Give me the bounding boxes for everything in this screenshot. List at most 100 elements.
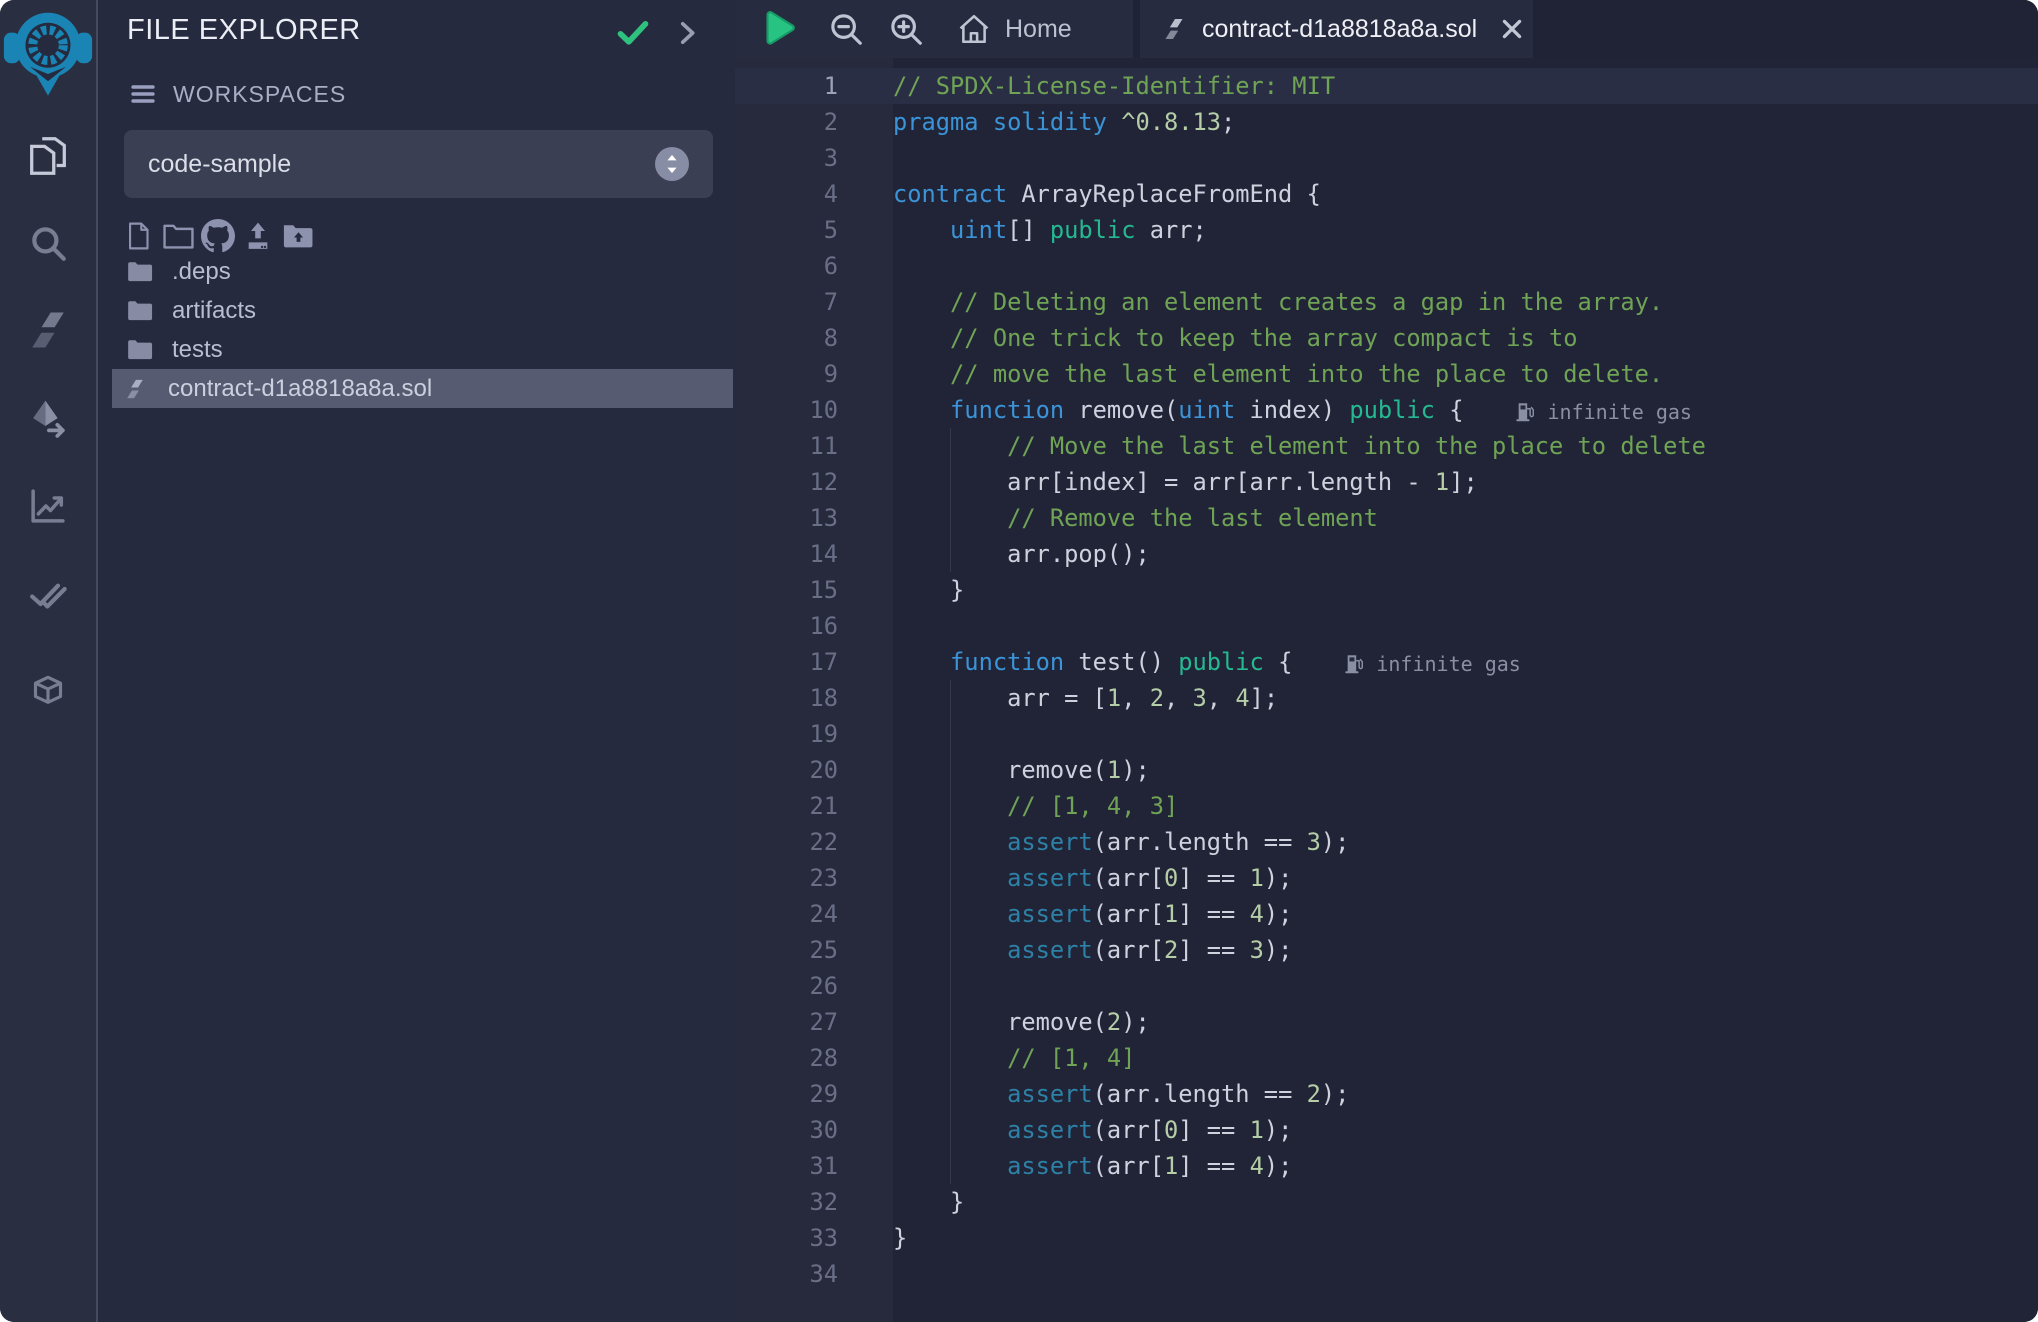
code-text: // move the last element into the place … <box>893 356 1663 392</box>
code-text: } <box>893 1220 907 1256</box>
file-item-selected[interactable]: contract-d1a8818a8a.sol <box>112 369 733 408</box>
upload-folder-icon <box>282 222 315 250</box>
tab-home[interactable]: Home <box>957 12 1072 46</box>
workspace-select[interactable]: code-sample <box>124 130 713 198</box>
code-text: assert(arr[0] == 1); <box>893 860 1292 896</box>
run-script-button[interactable] <box>751 2 805 56</box>
code-text: // [1, 4, 3] <box>893 788 1178 824</box>
line-number: 1 <box>735 68 838 104</box>
sidebar-item-analysis[interactable] <box>0 473 96 539</box>
line-number: 32 <box>735 1184 838 1220</box>
upload-folder-button[interactable] <box>278 218 318 254</box>
code-line-4[interactable]: 4contract ArrayReplaceFromEnd { <box>735 176 2038 212</box>
code-line-20[interactable]: 20 remove(1); <box>735 752 2038 788</box>
code-text: pragma solidity ^0.8.13; <box>893 104 1235 140</box>
code-line-21[interactable]: 21 // [1, 4, 3] <box>735 788 2038 824</box>
code-line-13[interactable]: 13 // Remove the last element <box>735 500 2038 536</box>
code-line-31[interactable]: 31 assert(arr[1] == 4); <box>735 1148 2038 1184</box>
indent-guide <box>950 1040 951 1076</box>
code-line-19[interactable]: 19 <box>735 716 2038 752</box>
tab-close-button[interactable] <box>1495 12 1529 46</box>
line-number: 29 <box>735 1076 838 1112</box>
github-icon <box>201 219 235 253</box>
code-text: assert(arr[1] == 4); <box>893 1148 1292 1184</box>
new-folder-button[interactable] <box>158 218 198 254</box>
workspace-select-stepper[interactable] <box>655 147 689 181</box>
code-line-26[interactable]: 26 <box>735 968 2038 1004</box>
folder-item-tests[interactable]: tests <box>98 330 735 369</box>
code-line-18[interactable]: 18 arr = [1, 2, 3, 4]; <box>735 680 2038 716</box>
sidebar-item-deploy-run[interactable] <box>0 386 96 452</box>
folder-item-deps[interactable]: .deps <box>98 252 735 291</box>
code-line-23[interactable]: 23 assert(arr[0] == 1); <box>735 860 2038 896</box>
line-number: 28 <box>735 1040 838 1076</box>
code-line-5[interactable]: 5 uint[] public arr; <box>735 212 2038 248</box>
code-line-8[interactable]: 8 // One trick to keep the array compact… <box>735 320 2038 356</box>
code-line-22[interactable]: 22 assert(arr.length == 3); <box>735 824 2038 860</box>
sidebar-item-solidity-compiler[interactable] <box>0 297 96 363</box>
code-line-33[interactable]: 33} <box>735 1220 2038 1256</box>
tab-contract-file[interactable]: contract-d1a8818a8a.sol <box>1140 0 1533 58</box>
code-text: assert(arr.length == 3); <box>893 824 1349 860</box>
sidebar-item-plugins[interactable] <box>0 656 96 722</box>
code-line-1[interactable]: 1// SPDX-License-Identifier: MIT <box>735 68 2038 104</box>
upload-file-button[interactable] <box>238 218 278 254</box>
code-line-16[interactable]: 16 <box>735 608 2038 644</box>
tab-title: contract-d1a8818a8a.sol <box>1202 15 1477 44</box>
new-file-button[interactable] <box>118 218 158 254</box>
zoom-out-button[interactable] <box>819 2 873 56</box>
code-text: // Move the last element into the place … <box>893 428 1706 464</box>
code-line-15[interactable]: 15 } <box>735 572 2038 608</box>
folder-label: .deps <box>172 258 231 286</box>
new-folder-icon <box>162 222 195 250</box>
code-line-12[interactable]: 12 arr[index] = arr[arr.length - 1]; <box>735 464 2038 500</box>
code-line-25[interactable]: 25 assert(arr[2] == 3); <box>735 932 2038 968</box>
indent-guide <box>950 968 951 1004</box>
code-line-24[interactable]: 24 assert(arr[1] == 4); <box>735 896 2038 932</box>
code-text: arr[index] = arr[arr.length - 1]; <box>893 464 1478 500</box>
code-line-3[interactable]: 3 <box>735 140 2038 176</box>
code-editor[interactable]: 1// SPDX-License-Identifier: MIT2pragma … <box>735 58 2038 1322</box>
collapse-panel-button[interactable] <box>665 12 709 56</box>
zoom-in-button[interactable] <box>879 2 933 56</box>
line-number: 24 <box>735 896 838 932</box>
code-line-10[interactable]: 10 function remove(uint index) public {i… <box>735 392 2038 428</box>
line-number: 30 <box>735 1112 838 1148</box>
code-line-17[interactable]: 17 function test() public {infinite gas <box>735 644 2038 680</box>
code-line-9[interactable]: 9 // move the last element into the plac… <box>735 356 2038 392</box>
workspaces-menu-button[interactable] <box>127 80 159 108</box>
code-text: contract ArrayReplaceFromEnd { <box>893 176 1321 212</box>
close-icon <box>1499 16 1525 42</box>
code-line-30[interactable]: 30 assert(arr[0] == 1); <box>735 1112 2038 1148</box>
code-line-34[interactable]: 34 <box>735 1256 2038 1292</box>
code-line-27[interactable]: 27 remove(2); <box>735 1004 2038 1040</box>
code-line-7[interactable]: 7 // Deleting an element creates a gap i… <box>735 284 2038 320</box>
code-line-29[interactable]: 29 assert(arr.length == 2); <box>735 1076 2038 1112</box>
code-line-14[interactable]: 14 arr.pop(); <box>735 536 2038 572</box>
gas-estimate-label: infinite gas <box>1376 646 1521 682</box>
code-line-28[interactable]: 28 // [1, 4] <box>735 1040 2038 1076</box>
sidebar-item-unit-testing[interactable] <box>0 561 96 627</box>
solidity-icon <box>1162 16 1186 42</box>
code-text: } <box>893 1184 964 1220</box>
code-line-6[interactable]: 6 <box>735 248 2038 284</box>
folder-item-artifacts[interactable]: artifacts <box>98 291 735 330</box>
remix-logo[interactable] <box>3 4 93 108</box>
code-text: assert(arr.length == 2); <box>893 1076 1349 1112</box>
code-text: function test() public {infinite gas <box>893 644 1521 680</box>
file-explorer-panel: FILE EXPLORER WORKSPACES code-sample <box>98 0 735 1322</box>
code-text: uint[] public arr; <box>893 212 1207 248</box>
sidebar-item-search[interactable] <box>0 210 96 276</box>
home-icon <box>957 12 991 46</box>
file-explorer-icon <box>25 132 71 178</box>
clone-github-button[interactable] <box>198 218 238 254</box>
sidebar-item-file-explorer[interactable] <box>0 122 96 188</box>
code-line-2[interactable]: 2pragma solidity ^0.8.13; <box>735 104 2038 140</box>
code-line-11[interactable]: 11 // Move the last element into the pla… <box>735 428 2038 464</box>
new-file-icon <box>125 220 152 252</box>
line-number: 23 <box>735 860 838 896</box>
accept-check-button[interactable] <box>611 12 655 56</box>
code-line-32[interactable]: 32 } <box>735 1184 2038 1220</box>
indent-guide <box>950 1112 951 1148</box>
indent-guide <box>950 536 951 572</box>
